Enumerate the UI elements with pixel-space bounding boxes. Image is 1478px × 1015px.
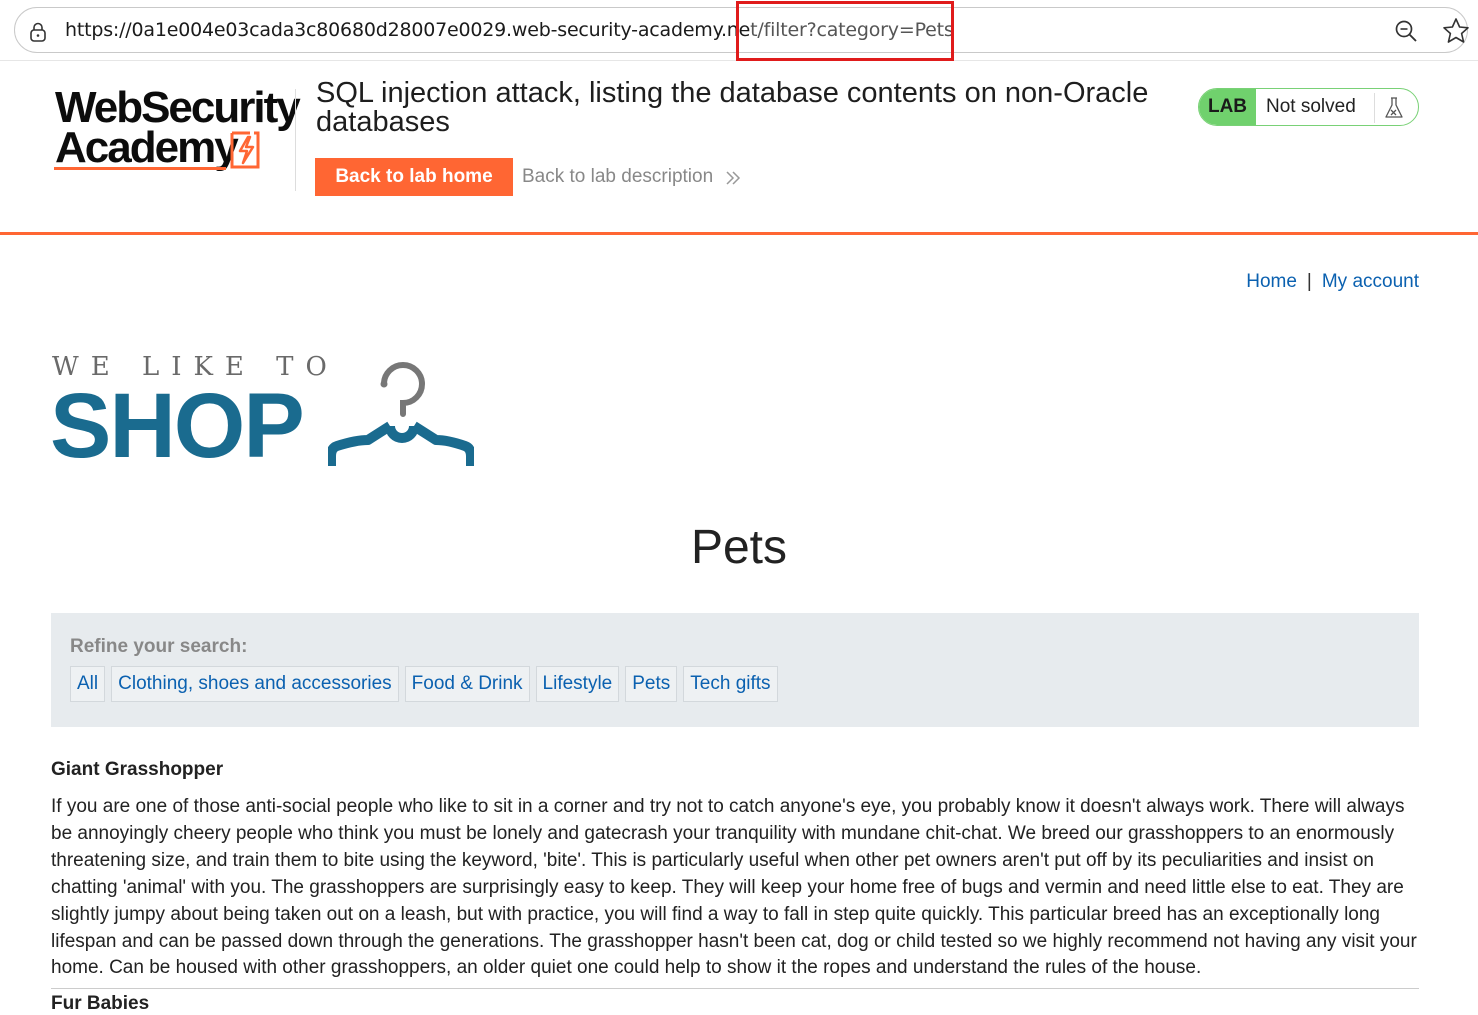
lab-status-text: Not solved (1266, 96, 1356, 117)
product-divider (51, 988, 1419, 989)
home-link[interactable]: Home (1246, 271, 1297, 292)
header-accent-rule (0, 232, 1478, 235)
logo-line-2: Academy (55, 123, 239, 172)
lightning-bolt-icon (230, 131, 260, 169)
page-title: Pets (690, 521, 788, 574)
lab-badge: LAB (1199, 89, 1256, 125)
category-filter-list: All Clothing, shoes and accessories Food… (70, 666, 778, 702)
lab-title: SQL injection attack, listing the databa… (316, 77, 1149, 138)
shop-wordmark: SHOP (50, 375, 305, 477)
my-account-link[interactable]: My account (1322, 271, 1419, 292)
product-title: Giant Grasshopper (51, 759, 224, 780)
category-link-food-drink[interactable]: Food & Drink (404, 666, 530, 702)
highlight-annotation-box (736, 1, 954, 61)
filter-label: Refine your search: (70, 636, 248, 657)
filter-panel: Refine your search: All Clothing, shoes … (51, 613, 1419, 727)
category-link-all[interactable]: All (70, 666, 106, 702)
url-host: https://0a1e004e03cada3c80680d28007e0029… (65, 19, 751, 41)
next-product-title: Fur Babies (51, 993, 150, 1014)
back-to-lab-description-link[interactable]: Back to lab description (522, 166, 713, 188)
category-link-pets[interactable]: Pets (625, 666, 678, 702)
back-to-lab-home-button[interactable]: Back to lab home (315, 158, 513, 196)
shop-logo: WE LIKE TO SHOP (50, 352, 480, 476)
lab-status-widget: LAB Not solved (1198, 88, 1419, 126)
nav-separator: | (1306, 271, 1312, 292)
header-divider (295, 89, 296, 191)
double-chevron-right-icon[interactable] (724, 169, 742, 187)
academy-header: WebSecurity Academy SQL injection attack… (0, 61, 1478, 233)
category-link-clothing[interactable]: Clothing, shoes and accessories (111, 666, 399, 702)
lock-icon[interactable] (27, 21, 49, 43)
flask-icon (1385, 97, 1403, 118)
lab-status-divider (1374, 93, 1375, 123)
top-navigation: Home | My account (1246, 271, 1419, 293)
clothes-hanger-icon (328, 362, 474, 466)
star-icon[interactable] (1441, 16, 1471, 46)
category-link-tech-gifts[interactable]: Tech gifts (683, 666, 778, 702)
logo-underline (54, 167, 226, 170)
category-link-lifestyle[interactable]: Lifestyle (535, 666, 620, 702)
zoom-icon[interactable] (1393, 18, 1419, 44)
product-description: If you are one of those anti-social peop… (51, 796, 1417, 979)
browser-address-bar: https://0a1e004e03cada3c80680d28007e0029… (0, 0, 1478, 61)
web-security-academy-logo[interactable]: WebSecurity Academy (50, 83, 301, 175)
